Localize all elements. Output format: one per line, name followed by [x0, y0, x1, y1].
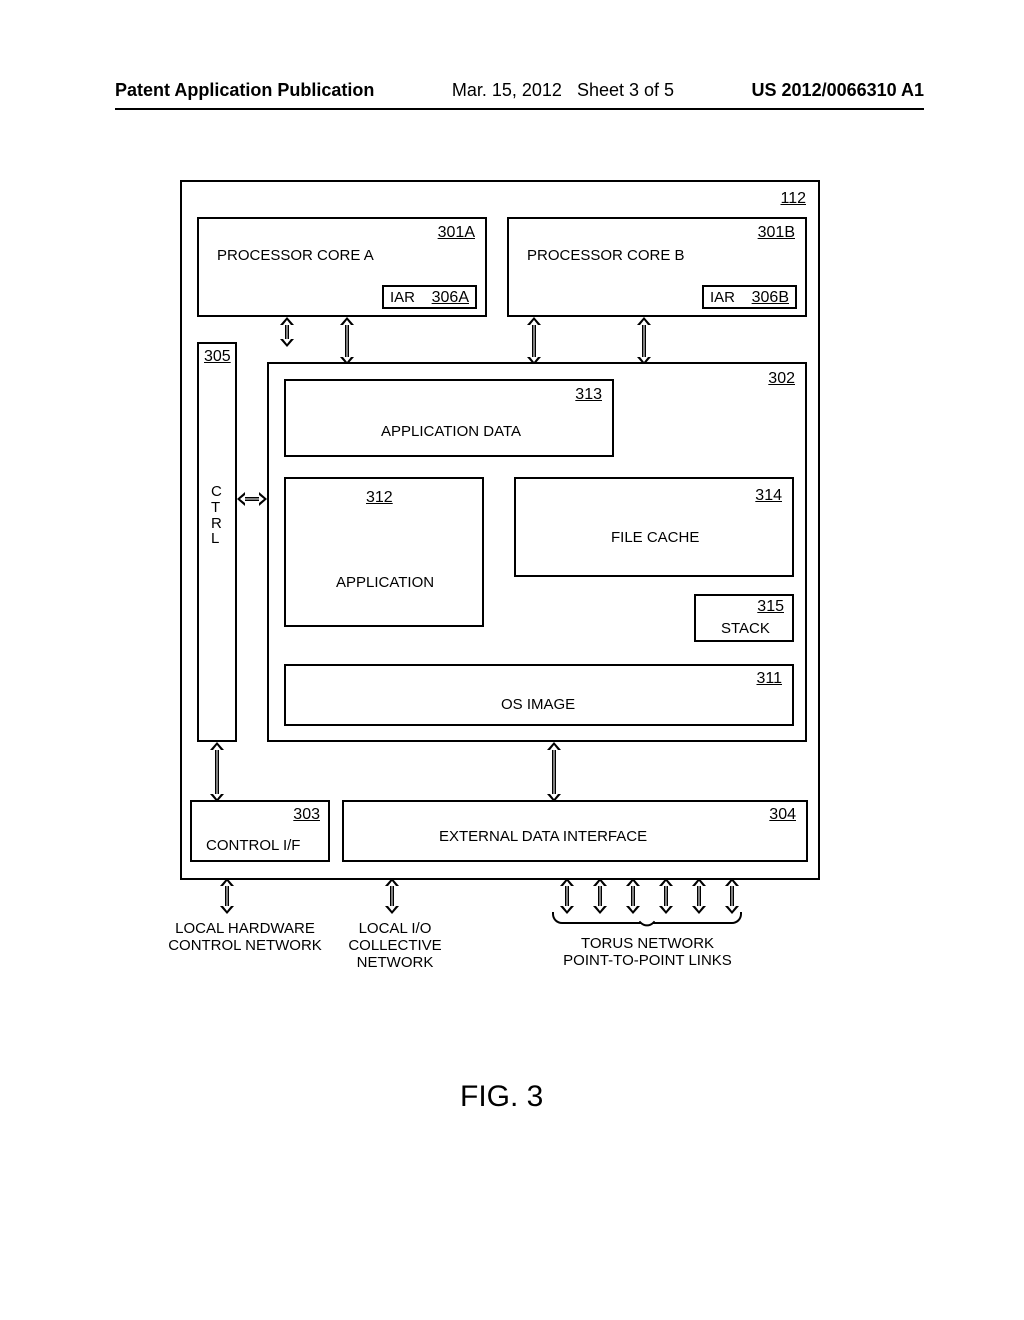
header-date-sheet: Mar. 15, 2012 Sheet 3 of 5 — [452, 80, 674, 101]
iar-b: IAR 306B — [702, 285, 797, 309]
ref-main: 112 — [780, 190, 806, 208]
ref-iar-a: 306A — [432, 289, 469, 307]
label-iar-a: IAR — [390, 289, 415, 306]
label-stack: STACK — [721, 620, 770, 637]
arrow-out-torus-4 — [659, 878, 673, 914]
ref-iar-b: 306B — [752, 289, 789, 307]
arrow-coreB-mem1 — [527, 317, 541, 365]
label-osimage: OS IMAGE — [501, 696, 575, 713]
label-localhw: LOCAL HARDWARE CONTROL NETWORK — [150, 920, 340, 954]
arrow-ctrl-mem — [237, 492, 267, 506]
label-extdata: EXTERNAL DATA INTERFACE — [439, 828, 647, 845]
filecache-block: 314 FILE CACHE — [514, 477, 794, 577]
appdata-block: 313 APPLICATION DATA — [284, 379, 614, 457]
stack-block: 315 STACK — [694, 594, 794, 642]
arrow-out-torus-3 — [626, 878, 640, 914]
ref-core-b: 301B — [758, 224, 795, 242]
ctrlif-block: 303 CONTROL I/F — [190, 800, 330, 862]
arrow-out-torus-1 — [560, 878, 574, 914]
arrow-out-torus-2 — [593, 878, 607, 914]
application-block: 312 APPLICATION — [284, 477, 484, 627]
extdata-block: 304 EXTERNAL DATA INTERFACE — [342, 800, 808, 862]
header-publication: Patent Application Publication — [115, 80, 374, 101]
arrow-coreA-ctrl — [280, 317, 294, 347]
label-localio: LOCAL I/O COLLECTIVE NETWORK — [335, 920, 455, 971]
ref-ctrl: 305 — [204, 348, 231, 366]
ref-mem: 302 — [768, 370, 795, 388]
label-app: APPLICATION — [336, 574, 434, 591]
arrow-mem-extdata — [547, 742, 561, 802]
ref-app: 312 — [366, 489, 393, 507]
arrow-out-localhw — [220, 878, 234, 914]
label-torus: TORUS NETWORK POINT-TO-POINT LINKS — [540, 935, 755, 969]
osimage-block: 311 OS IMAGE — [284, 664, 794, 726]
label-core-b: PROCESSOR CORE B — [527, 247, 685, 264]
memory-block: 302 313 APPLICATION DATA 312 APPLICATION… — [267, 362, 807, 742]
main-outer-box: 112 PROCESSOR CORE A 301A IAR 306A PROCE… — [180, 180, 820, 880]
label-ctrl: CTRL — [211, 484, 222, 547]
ref-osimage: 311 — [756, 670, 782, 688]
header-pubno: US 2012/0066310 A1 — [752, 80, 924, 101]
ref-filecache: 314 — [755, 487, 782, 505]
label-iar-b: IAR — [710, 289, 735, 306]
label-appdata: APPLICATION DATA — [381, 423, 521, 440]
arrow-coreB-mem2 — [637, 317, 651, 365]
ref-stack: 315 — [757, 598, 784, 616]
ctrl-block: 305 CTRL — [197, 342, 237, 742]
processor-core-a: PROCESSOR CORE A 301A IAR 306A — [197, 217, 487, 317]
arrow-out-torus-6 — [725, 878, 739, 914]
processor-core-b: PROCESSOR CORE B 301B IAR 306B — [507, 217, 807, 317]
torus-bracket — [552, 912, 742, 924]
ref-ctrlif: 303 — [293, 806, 320, 824]
ref-core-a: 301A — [438, 224, 475, 242]
label-ctrlif: CONTROL I/F — [206, 837, 300, 854]
header-rule — [115, 108, 924, 110]
arrow-out-localio — [385, 878, 399, 914]
label-core-a: PROCESSOR CORE A — [217, 247, 374, 264]
page-header: Patent Application Publication Mar. 15, … — [115, 80, 924, 101]
ref-extdata: 304 — [769, 806, 796, 824]
arrow-coreA-mem — [340, 317, 354, 365]
arrow-out-torus-5 — [692, 878, 706, 914]
figure-container: 112 PROCESSOR CORE A 301A IAR 306A PROCE… — [180, 180, 820, 1050]
iar-a: IAR 306A — [382, 285, 477, 309]
figure-caption: FIG. 3 — [460, 1080, 543, 1114]
label-filecache: FILE CACHE — [611, 529, 699, 546]
arrow-ctrl-ctrlif — [210, 742, 224, 802]
ref-appdata: 313 — [575, 386, 602, 404]
